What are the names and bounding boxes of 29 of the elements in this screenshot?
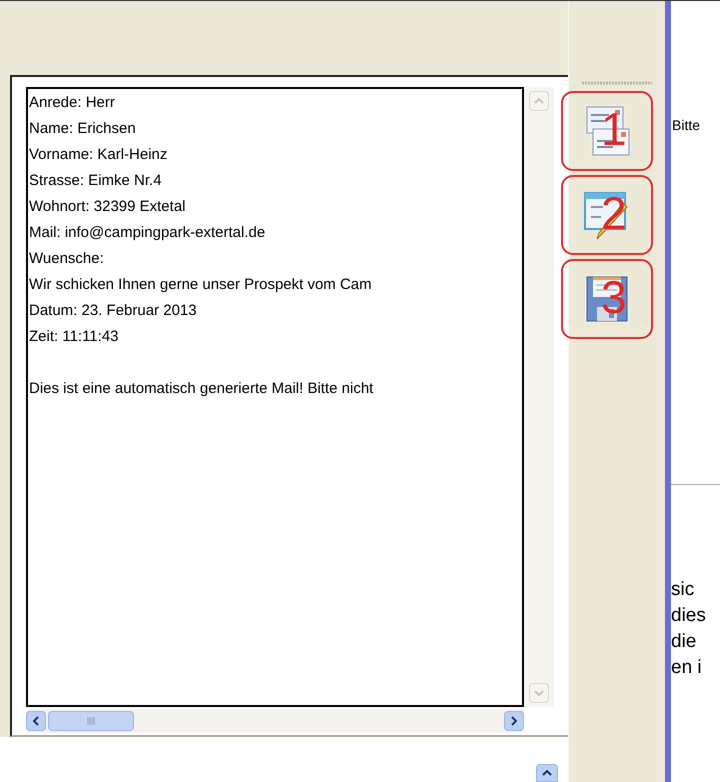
message-line: Zeit: 11:11:43	[29, 327, 120, 347]
partial-text: en i	[671, 656, 703, 680]
message-line: Dies ist eine automatisch generierte Mail! Bitte nicht	[29, 379, 374, 399]
message-line: Wir schicken Ihnen gerne unser Prospekt vom Cam	[29, 275, 373, 295]
message-line: Wohnort: 32399 Extetal	[29, 197, 186, 217]
message-line: Name: Erichsen	[29, 119, 137, 139]
caret-left-icon	[33, 716, 39, 726]
caret-up-icon	[542, 770, 552, 776]
partial-text: sic	[671, 578, 696, 602]
caret-right-icon	[511, 716, 517, 726]
scroll-right-button[interactable]	[504, 711, 524, 731]
scrollbar-thumb[interactable]	[48, 711, 134, 731]
caret-down-icon	[534, 690, 544, 696]
caret-up-icon	[534, 98, 544, 104]
message-line: Mail: info@campingpark-extertal.de	[29, 223, 266, 243]
message-line: Datum: 23. Februar 2013	[29, 301, 198, 321]
grip-icon	[86, 717, 96, 725]
partial-text: dies	[671, 604, 707, 628]
horizontal-scrollbar[interactable]	[26, 709, 524, 733]
message-line: Wuensche:	[29, 249, 105, 269]
scroll-left-button[interactable]	[26, 711, 46, 731]
message-line: Anrede: Herr	[29, 93, 116, 113]
message-text-area[interactable]	[26, 87, 524, 707]
scroll-up-button[interactable]	[536, 764, 558, 782]
partial-text: die	[671, 630, 698, 654]
message-line: Strasse: Eimke Nr.4	[29, 171, 163, 191]
message-line: Vorname: Karl-Heinz	[29, 145, 168, 165]
partial-text: Bitte	[672, 116, 702, 135]
toolbar-grip-icon	[582, 81, 652, 85]
